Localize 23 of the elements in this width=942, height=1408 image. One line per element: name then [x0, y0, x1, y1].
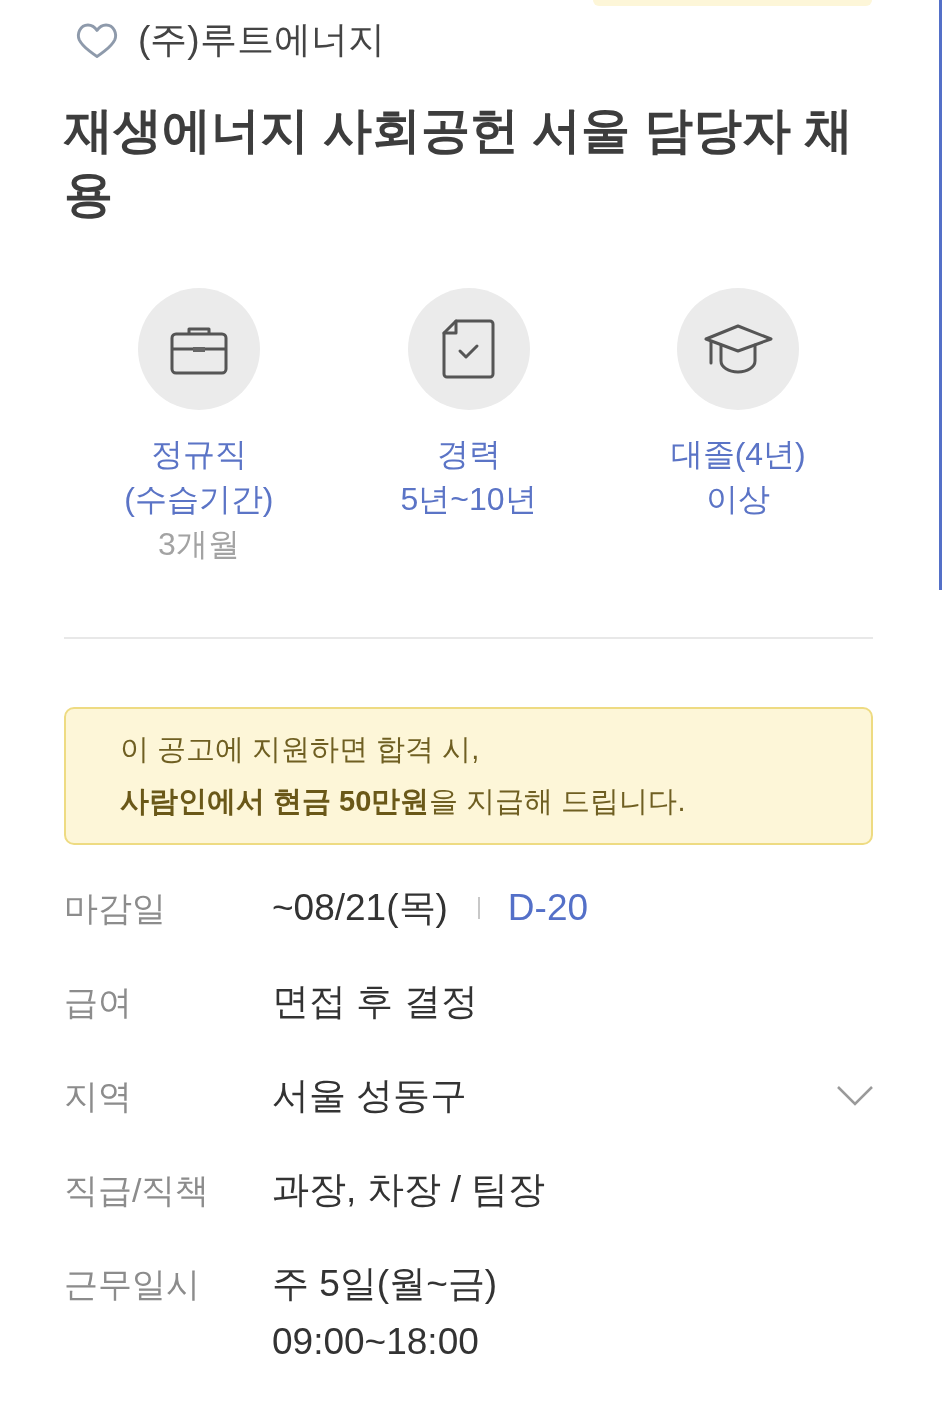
job-title: 재생에너지 사회공헌 서울 담당자 채용 — [64, 102, 855, 223]
company-name-link[interactable]: (주)루트에너지 — [138, 16, 385, 64]
detail-value: 주 5일(월~금) 09:00~18:00 — [272, 1262, 498, 1364]
summary-label: 정규직 (수습기간) — [124, 435, 274, 519]
detail-value: 면접 후 결정 — [272, 980, 478, 1024]
detail-value: ~08/21(목) — [272, 886, 448, 930]
summary-label: 대졸(4년) 이상 — [670, 435, 806, 519]
summary-label: 경력 5년~10년 — [400, 435, 537, 519]
summary-note: 3개월 — [157, 525, 240, 564]
detail-value: 서울 성동구 — [272, 1074, 468, 1118]
detail-value: 과장, 차장 / 팀장 — [272, 1168, 546, 1212]
detail-label: 지역 — [64, 1076, 133, 1117]
detail-label: 급여 — [64, 982, 133, 1023]
detail-label: 근무일시 — [64, 1264, 201, 1305]
reward-notice: 이 공고에 지원하면 합격 시, 사람인에서 현금 50만원을 지급해 드립니다. — [64, 707, 873, 845]
graduation-cap-icon — [677, 288, 800, 410]
detail-label: 마감일 — [64, 888, 167, 929]
document-check-icon — [407, 288, 530, 410]
detail-label: 직급/직책 — [64, 1170, 211, 1211]
briefcase-icon — [137, 288, 260, 410]
d-day-text: D-20 — [507, 886, 589, 930]
heart-icon[interactable] — [75, 21, 119, 59]
chevron-down-icon[interactable] — [837, 1086, 873, 1106]
